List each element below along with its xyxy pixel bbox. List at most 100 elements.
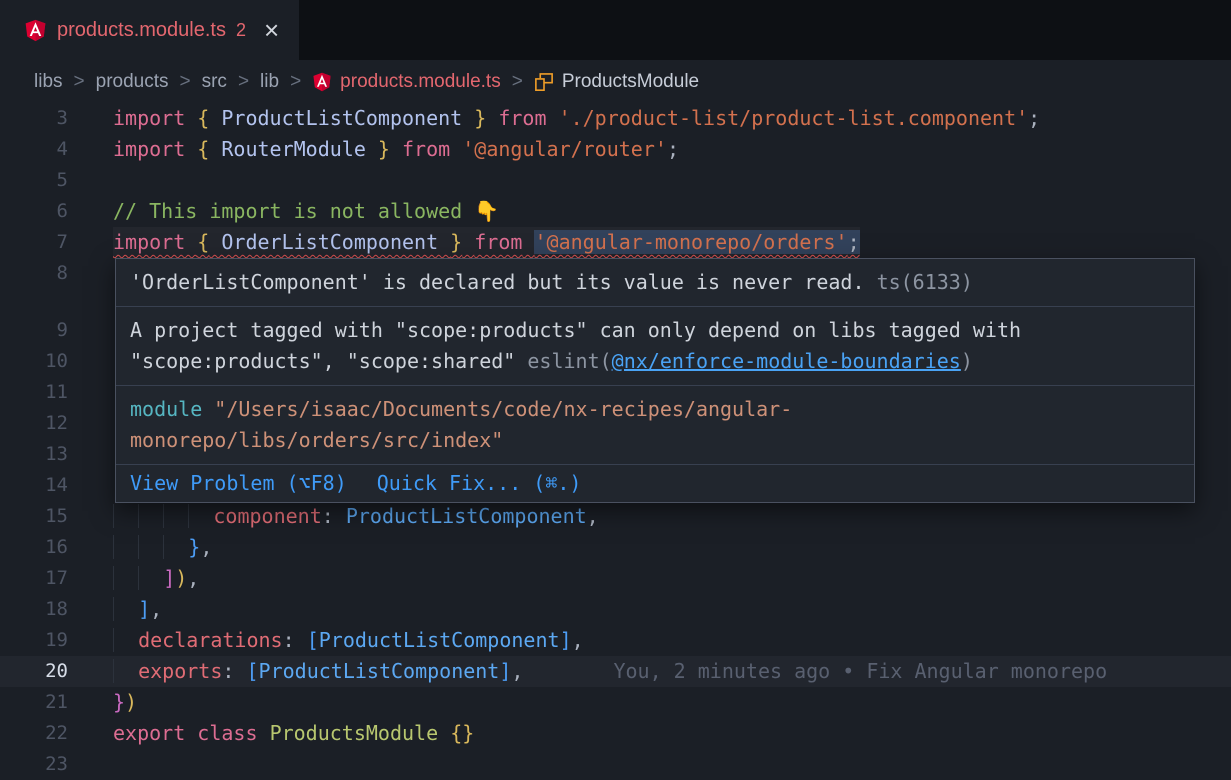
token: ) [125,690,137,714]
code-line-5[interactable]: 5 [0,165,1231,196]
token: : [222,659,246,683]
view-problem-action[interactable]: View Problem (⌥F8) [130,468,347,499]
token: import [113,106,197,130]
token: // This import is not allowed [113,199,474,223]
code-line-19[interactable]: 19 declarations: [ProductListComponent], [0,625,1231,656]
token [438,721,450,745]
token: ] [499,659,511,683]
line-number[interactable]: 14 [0,470,68,501]
line-number[interactable]: 12 [0,408,68,439]
line-number[interactable]: 23 [0,749,68,780]
line-number[interactable]: 4 [0,134,68,165]
token: , [187,566,199,590]
token [547,106,559,130]
code-line-21[interactable]: 21}) [0,687,1231,718]
token: 👇 [474,199,499,223]
eslint-rule-link[interactable]: @nx/enforce-module-boundaries [612,349,961,373]
code-line-6[interactable]: 6 // This import is not allowed 👇 [0,196,1231,227]
eslint-source-prefix: eslint( [527,349,611,373]
hover-widget: 'OrderListComponent' is declared but its… [115,258,1195,503]
token: ] [138,597,150,621]
breadcrumb-products[interactable]: products [96,71,169,93]
line-number[interactable]: 19 [0,625,68,656]
tab-title: products.module.ts [57,19,226,42]
line-number[interactable]: 16 [0,532,68,563]
token: : [322,504,346,528]
token [462,230,474,254]
code-line-4[interactable]: 4 import { RouterModule } from '@angular/… [0,134,1231,165]
code-line-22[interactable]: 22export class ProductsModule {} [0,718,1231,749]
breadcrumb-lib[interactable]: lib [260,71,279,93]
code-editor[interactable]: 3import { ProductListComponent } from '.… [0,103,1231,780]
code-content: }) [113,687,137,718]
token: } [450,230,462,254]
token [258,721,270,745]
line-number[interactable]: 10 [0,346,68,377]
chevron-right-icon: > [290,71,301,93]
angular-icon [312,72,332,92]
indent-guide [113,535,138,559]
code-line-15[interactable]: 15 component: ProductListComponent, [0,501,1231,532]
token: ) [175,566,187,590]
breadcrumb-src[interactable]: src [202,71,227,93]
token: RouterModule [209,137,378,161]
chevron-right-icon: > [238,71,249,93]
token: { [197,230,209,254]
token: , [587,504,599,528]
line-number[interactable]: 5 [0,165,68,196]
line-number[interactable]: 15 [0,501,68,532]
line-number[interactable]: 17 [0,563,68,594]
chevron-right-icon: > [180,71,191,93]
breadcrumb-libs[interactable]: libs [34,71,63,93]
module-declaration: module "/Users/isaac/Documents/code/nx-r… [130,394,930,456]
token [486,106,498,130]
line-number[interactable]: 21 [0,687,68,718]
code-line-16[interactable]: 16 }, [0,532,1231,563]
code-content: }, [113,532,212,563]
token: ProductListComponent [209,106,474,130]
code-line-7[interactable]: 7import { OrderListComponent } from '@an… [0,227,1231,258]
code-line-23[interactable]: 23 [0,749,1231,780]
token: : [283,628,307,652]
token: { [197,137,209,161]
line-number[interactable]: 20 [0,656,68,687]
token: class [197,721,257,745]
code-content: ]), [113,563,199,594]
breadcrumb-file[interactable]: products.module.ts [340,71,501,93]
hover-eslint-diagnostic: A project tagged with "scope:products" c… [116,307,1194,386]
token: ] [560,628,572,652]
indent-guide [113,504,138,528]
token: declarations [138,628,283,652]
indent-guide [138,535,163,559]
chevron-right-icon: > [74,71,85,93]
token: export [113,721,185,745]
code-content: import { RouterModule } from '@angular/r… [113,134,679,165]
breadcrumb-symbol[interactable]: ProductsModule [562,71,699,93]
token: } [378,137,390,161]
diagnostic-code: ts(6133) [877,270,973,294]
quick-fix-action[interactable]: Quick Fix... (⌘.) [377,468,582,499]
line-number[interactable]: 22 [0,718,68,749]
line-number[interactable]: 8 [0,258,68,289]
indent-guide [113,597,138,621]
line-number[interactable]: 9 [0,315,68,346]
line-number[interactable]: 6 [0,196,68,227]
line-number[interactable]: 7 [0,227,68,258]
line-number[interactable]: 13 [0,439,68,470]
code-line-20[interactable]: 20 exports: [ProductListComponent],You, … [0,656,1231,687]
indent-guide [113,659,138,683]
line-number[interactable]: 3 [0,103,68,134]
breadcrumb: libs > products > src > lib > products.m… [0,60,1231,103]
code-line-3[interactable]: 3import { ProductListComponent } from '.… [0,103,1231,134]
token: import [113,230,197,254]
line-number[interactable]: 18 [0,594,68,625]
token [390,137,402,161]
close-icon[interactable]: × [264,17,279,43]
tab-products-module[interactable]: products.module.ts 2 × [0,0,299,60]
indent-guide [188,504,213,528]
line-number[interactable]: 11 [0,377,68,408]
token: , [511,659,523,683]
code-line-18[interactable]: 18 ], [0,594,1231,625]
code-line-17[interactable]: 17 ]), [0,563,1231,594]
hover-module-info: module "/Users/isaac/Documents/code/nx-r… [116,386,1194,465]
